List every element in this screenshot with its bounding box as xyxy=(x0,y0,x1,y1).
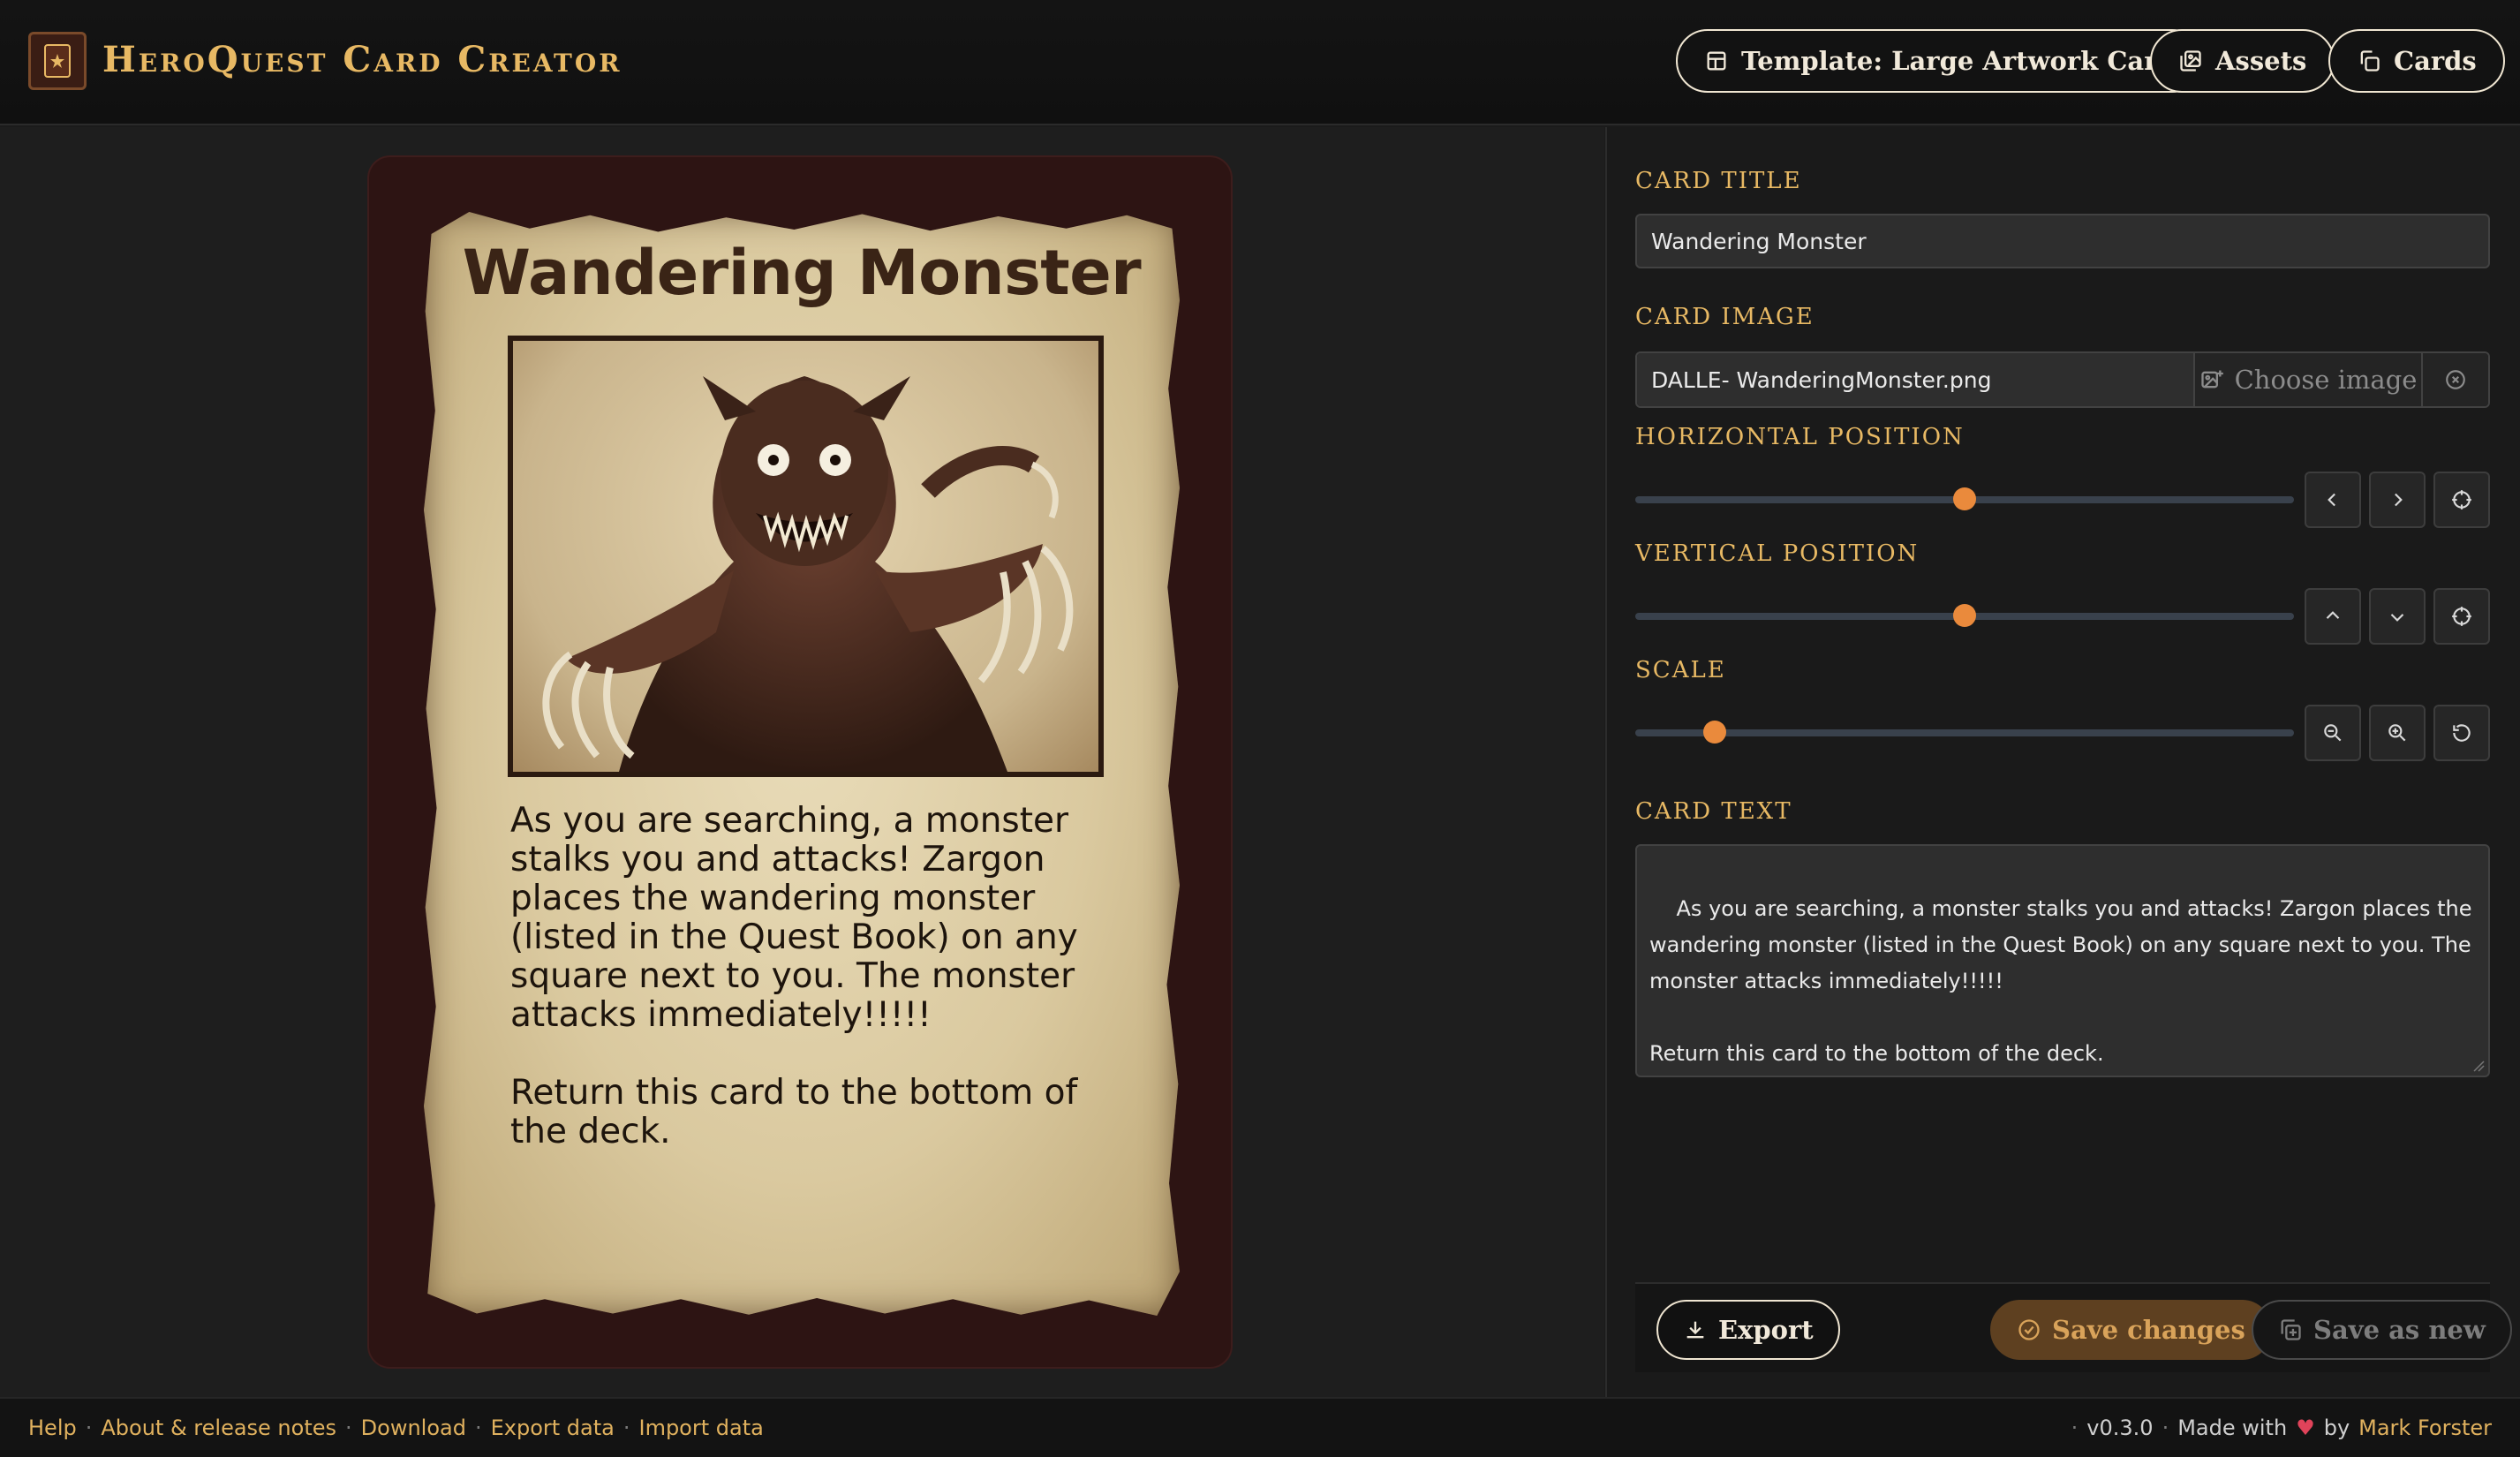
horizontal-position-label: HORIZONTAL POSITION xyxy=(1635,424,1965,450)
export-button-label: Export xyxy=(1718,1315,1814,1345)
app-logo-icon xyxy=(28,32,87,90)
choose-image-button[interactable]: Choose image xyxy=(2193,353,2421,406)
save-as-new-button[interactable]: Save as new xyxy=(2252,1300,2512,1360)
crosshair-icon xyxy=(2452,490,2471,510)
vertical-position-label: VERTICAL POSITION xyxy=(1635,540,1920,567)
move-right-button[interactable] xyxy=(2369,472,2426,528)
copy-plus-icon xyxy=(2281,1319,2301,1340)
card-text-input[interactable]: As you are searching, a monster stalks y… xyxy=(1635,844,2490,1077)
save-changes-button[interactable]: Save changes xyxy=(1990,1300,2272,1360)
chevron-down-icon xyxy=(2390,614,2404,622)
save-as-new-label: Save as new xyxy=(2313,1315,2486,1345)
reset-icon xyxy=(2453,724,2471,742)
footer-separator: · xyxy=(345,1415,352,1440)
vertical-slider-handle[interactable] xyxy=(1953,604,1976,627)
template-button-label: Template: Large Artwork Card xyxy=(1741,46,2176,76)
app-footer: Help · About & release notes · Download … xyxy=(0,1397,2520,1457)
zoom-in-icon xyxy=(2388,724,2406,742)
card-image-filename: DALLE- WanderingMonster.png xyxy=(1637,353,2193,406)
action-bar: Export Save changes Save as new xyxy=(1635,1282,2512,1372)
app-header: HeroQuest Card Creator Template: Large A… xyxy=(0,0,2520,125)
assets-button[interactable]: Assets xyxy=(2150,29,2335,93)
app-title: HeroQuest Card Creator xyxy=(102,39,622,80)
footer-separator: · xyxy=(85,1415,93,1440)
reset-scale-button[interactable] xyxy=(2433,705,2490,761)
zoom-out-icon xyxy=(2324,724,2342,742)
layout-icon xyxy=(1707,51,1726,71)
card-title: Wandering Monster xyxy=(462,237,1142,309)
author-link[interactable]: Mark Forster xyxy=(2358,1415,2492,1440)
center-horizontal-button[interactable] xyxy=(2433,472,2490,528)
clear-image-button[interactable] xyxy=(2421,353,2488,406)
zoom-out-button[interactable] xyxy=(2305,705,2361,761)
card-preview: Wandering Monster As you are searching, … xyxy=(367,155,1233,1369)
scale-label: SCALE xyxy=(1635,657,1726,683)
footer-links: Help · About & release notes · Download … xyxy=(28,1415,764,1440)
chevron-up-icon xyxy=(2326,611,2340,619)
card-text-value: As you are searching, a monster stalks y… xyxy=(1649,896,2472,1066)
scale-slider-handle[interactable] xyxy=(1702,721,1726,744)
by-label: by xyxy=(2323,1415,2350,1440)
resize-handle-icon[interactable] xyxy=(2472,1060,2485,1072)
card-artwork xyxy=(508,336,1104,777)
footer-separator: · xyxy=(2071,1415,2079,1440)
card-text-label: CARD TEXT xyxy=(1635,798,1792,825)
template-button[interactable]: Template: Large Artwork Card xyxy=(1676,29,2204,93)
version-label: v0.3.0 xyxy=(2086,1415,2154,1440)
chevron-right-icon xyxy=(2395,493,2403,507)
card-title-input[interactable]: Wandering Monster xyxy=(1635,214,2490,268)
footer-link-about[interactable]: About & release notes xyxy=(101,1415,336,1440)
scale-slider[interactable] xyxy=(1635,721,2294,744)
footer-separator: · xyxy=(622,1415,630,1440)
cards-button-label: Cards xyxy=(2394,46,2477,76)
move-left-button[interactable] xyxy=(2305,472,2361,528)
card-preview-area: Wandering Monster As you are searching, … xyxy=(0,127,1604,1397)
footer-separator: · xyxy=(474,1415,482,1440)
footer-link-download[interactable]: Download xyxy=(361,1415,466,1440)
image-add-icon xyxy=(2200,370,2223,389)
heart-icon: ♥ xyxy=(2296,1415,2315,1440)
monster-artwork-image xyxy=(542,376,1074,772)
footer-link-help[interactable]: Help xyxy=(28,1415,77,1440)
vertical-position-slider[interactable] xyxy=(1635,604,2294,627)
card-image-label: CARD IMAGE xyxy=(1635,304,1815,330)
card-body-text: As you are searching, a monster stalks y… xyxy=(510,801,1078,1151)
assets-button-label: Assets xyxy=(2215,46,2307,76)
footer-credits: · v0.3.0 · Made with ♥ by Mark Forster xyxy=(2071,1415,2492,1440)
save-changes-label: Save changes xyxy=(2052,1315,2245,1345)
editor-panel: CARD TITLE Wandering Monster CARD IMAGE … xyxy=(1605,127,2520,1397)
made-with-label: Made with xyxy=(2177,1415,2288,1440)
download-icon xyxy=(1686,1321,1704,1339)
cards-button[interactable]: Cards xyxy=(2328,29,2505,93)
move-down-button[interactable] xyxy=(2369,588,2426,645)
circle-check-icon xyxy=(2018,1319,2040,1340)
crosshair-icon xyxy=(2452,607,2471,626)
export-button[interactable]: Export xyxy=(1656,1300,1840,1360)
footer-link-export-data[interactable]: Export data xyxy=(491,1415,615,1440)
horizontal-slider-handle[interactable] xyxy=(1953,487,1976,510)
circle-x-icon xyxy=(2446,370,2465,389)
card-title-label: CARD TITLE xyxy=(1635,168,1802,194)
horizontal-position-slider[interactable] xyxy=(1635,487,2294,510)
chevron-left-icon xyxy=(2328,493,2335,507)
center-vertical-button[interactable] xyxy=(2433,588,2490,645)
choose-image-label: Choose image xyxy=(2234,365,2418,395)
footer-separator: · xyxy=(2162,1415,2169,1440)
move-up-button[interactable] xyxy=(2305,588,2361,645)
images-icon xyxy=(2180,50,2201,72)
card-parchment: Wandering Monster As you are searching, … xyxy=(424,212,1180,1316)
zoom-in-button[interactable] xyxy=(2369,705,2426,761)
card-image-field: DALLE- WanderingMonster.png Choose image xyxy=(1635,351,2490,408)
footer-link-import-data[interactable]: Import data xyxy=(638,1415,763,1440)
copy-icon xyxy=(2360,50,2380,72)
